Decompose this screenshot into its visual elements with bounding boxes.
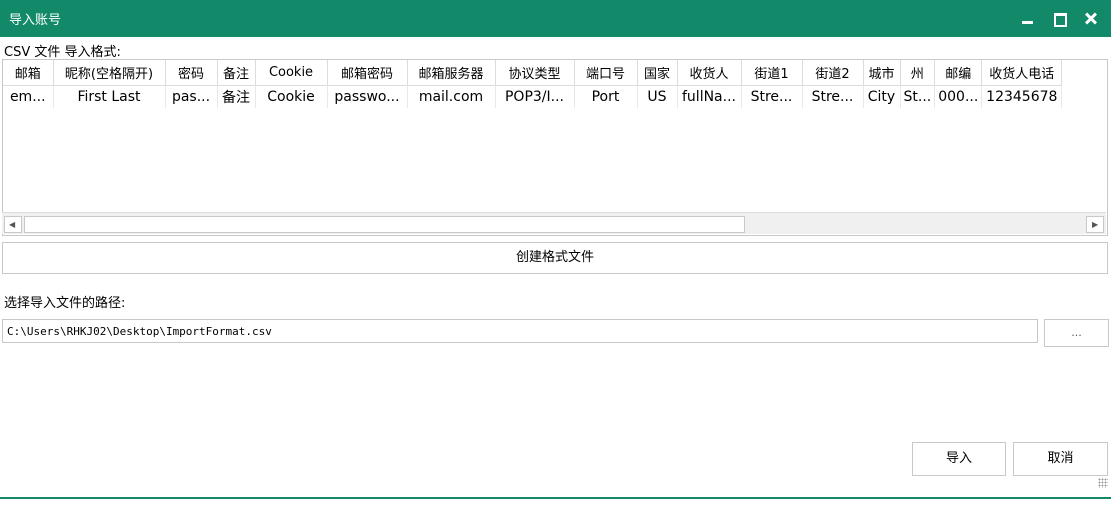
column-header[interactable]: 州 bbox=[900, 60, 936, 86]
cancel-button[interactable]: 取消 bbox=[1013, 442, 1108, 476]
table-cell[interactable]: Cookie bbox=[255, 85, 328, 108]
table-cell[interactable]: 000... bbox=[934, 85, 983, 108]
window-title: 导入账号 bbox=[9, 13, 62, 28]
column-header[interactable]: 协议类型 bbox=[495, 60, 575, 86]
browse-button[interactable]: ... bbox=[1044, 319, 1109, 347]
title-bar: 导入账号 bbox=[0, 0, 1111, 37]
table-cell[interactable]: 备注 bbox=[217, 85, 256, 108]
column-header[interactable]: 街道2 bbox=[802, 60, 864, 86]
format-grid[interactable]: 邮箱 昵称(空格隔开) 密码 备注 Cookie 邮箱密码 邮箱服务器 协议类型… bbox=[2, 59, 1108, 236]
table-cell[interactable]: pas... bbox=[165, 85, 218, 108]
column-header[interactable]: 收货人电话 bbox=[981, 60, 1063, 86]
table-cell[interactable]: City bbox=[863, 85, 901, 108]
column-header[interactable]: 昵称(空格隔开) bbox=[53, 60, 166, 86]
horizontal-scrollbar[interactable]: ◀ ▶ bbox=[2, 212, 1106, 234]
table-cell[interactable]: St... bbox=[900, 85, 936, 108]
bottom-border bbox=[0, 497, 1111, 499]
column-header[interactable]: 端口号 bbox=[574, 60, 638, 86]
scrollbar-thumb[interactable] bbox=[24, 216, 745, 233]
maximize-icon[interactable] bbox=[1046, 6, 1072, 30]
table-cell[interactable]: passwo... bbox=[327, 85, 408, 108]
format-label: CSV 文件 导入格式: bbox=[4, 45, 121, 60]
close-icon[interactable] bbox=[1078, 6, 1104, 30]
table-cell[interactable]: US bbox=[637, 85, 678, 108]
table-cell[interactable]: 12345678 bbox=[981, 85, 1063, 108]
table-cell[interactable]: Stre... bbox=[802, 85, 864, 108]
table-cell[interactable]: Port bbox=[574, 85, 638, 108]
scroll-left-icon[interactable]: ◀ bbox=[4, 216, 22, 233]
column-header[interactable]: 城市 bbox=[863, 60, 901, 86]
table-cell[interactable]: First Last bbox=[53, 85, 166, 108]
column-header[interactable]: 备注 bbox=[217, 60, 256, 86]
path-label: 选择导入文件的路径: bbox=[4, 296, 126, 311]
scroll-right-icon[interactable]: ▶ bbox=[1086, 216, 1104, 233]
format-table: 邮箱 昵称(空格隔开) 密码 备注 Cookie 邮箱密码 邮箱服务器 协议类型… bbox=[3, 60, 1063, 108]
minimize-icon[interactable] bbox=[1014, 6, 1040, 30]
import-button[interactable]: 导入 bbox=[912, 442, 1006, 476]
table-row[interactable]: em... First Last pas... 备注 Cookie passwo… bbox=[3, 85, 1063, 108]
column-header[interactable]: 国家 bbox=[637, 60, 678, 86]
column-header[interactable]: 街道1 bbox=[741, 60, 803, 86]
column-header[interactable]: 收货人 bbox=[677, 60, 742, 86]
column-header[interactable]: 邮箱 bbox=[3, 60, 54, 86]
table-cell[interactable]: mail.com bbox=[407, 85, 496, 108]
table-cell[interactable]: Stre... bbox=[741, 85, 803, 108]
column-header[interactable]: Cookie bbox=[255, 60, 328, 86]
create-format-file-button[interactable]: 创建格式文件 bbox=[2, 242, 1108, 274]
column-header[interactable]: 邮箱密码 bbox=[327, 60, 408, 86]
column-header[interactable]: 邮箱服务器 bbox=[407, 60, 496, 86]
file-path-input[interactable] bbox=[2, 319, 1038, 343]
resize-grip-icon[interactable] bbox=[1098, 478, 1108, 488]
table-cell[interactable]: fullNa... bbox=[677, 85, 742, 108]
column-header[interactable]: 密码 bbox=[165, 60, 218, 86]
table-cell[interactable]: em... bbox=[3, 85, 54, 108]
table-cell[interactable]: POP3/I... bbox=[495, 85, 575, 108]
column-header[interactable]: 邮编 bbox=[934, 60, 983, 86]
table-header-row: 邮箱 昵称(空格隔开) 密码 备注 Cookie 邮箱密码 邮箱服务器 协议类型… bbox=[3, 60, 1063, 86]
